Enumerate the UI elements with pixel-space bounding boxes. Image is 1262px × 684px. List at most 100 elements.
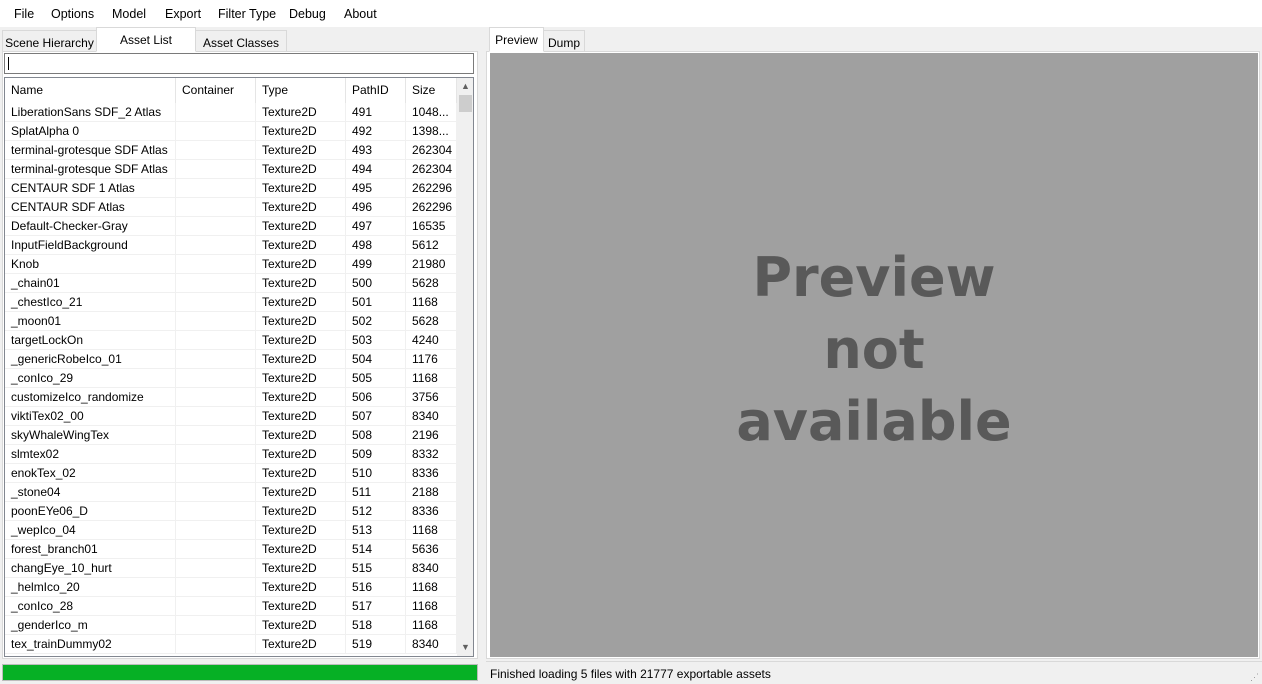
table-row[interactable]: CENTAUR SDF 1 Atlas Texture2D 495 262296 <box>5 179 457 198</box>
menu-file[interactable]: File <box>14 7 34 21</box>
cell-pathid: 498 <box>346 236 406 255</box>
cell-type: Texture2D <box>256 426 346 445</box>
menu-export[interactable]: Export <box>165 7 201 21</box>
table-row[interactable]: _wepIco_04 Texture2D 513 1168 <box>5 521 457 540</box>
table-row[interactable]: InputFieldBackground Texture2D 498 5612 <box>5 236 457 255</box>
column-header-name[interactable]: Name <box>5 78 176 103</box>
column-header-pathid[interactable]: PathID <box>346 78 406 103</box>
cell-container <box>176 293 256 312</box>
cell-pathid: 507 <box>346 407 406 426</box>
table-row[interactable]: viktiTex02_00 Texture2D 507 8340 <box>5 407 457 426</box>
cell-size: 262296 <box>406 179 457 198</box>
search-input[interactable] <box>4 53 474 74</box>
cell-name: _chain01 <box>5 274 176 293</box>
cell-type: Texture2D <box>256 103 346 122</box>
cell-size: 8332 <box>406 445 457 464</box>
table-row[interactable]: CENTAUR SDF Atlas Texture2D 496 262296 <box>5 198 457 217</box>
cell-size: 21980 <box>406 255 457 274</box>
table-row[interactable]: Default-Checker-Gray Texture2D 497 16535 <box>5 217 457 236</box>
menu-model[interactable]: Model <box>112 7 146 21</box>
table-row[interactable]: LiberationSans SDF_2 Atlas Texture2D 491 10… <box>5 103 457 122</box>
cell-type: Texture2D <box>256 597 346 616</box>
column-header-container[interactable]: Container <box>176 78 256 103</box>
table-row[interactable]: forest_branch01 Texture2D 514 5636 <box>5 540 457 559</box>
tab-scene-hierarchy[interactable]: Scene Hierarchy <box>2 30 97 52</box>
cell-type: Texture2D <box>256 255 346 274</box>
cell-size: 8336 <box>406 464 457 483</box>
cell-type: Texture2D <box>256 160 346 179</box>
table-row[interactable]: _moon01 Texture2D 502 5628 <box>5 312 457 331</box>
cell-type: Texture2D <box>256 331 346 350</box>
cell-container <box>176 616 256 635</box>
cell-type: Texture2D <box>256 122 346 141</box>
cell-type: Texture2D <box>256 312 346 331</box>
menu-filter-type[interactable]: Filter Type <box>218 7 276 21</box>
table-row[interactable]: SplatAlpha 0 Texture2D 492 1398... <box>5 122 457 141</box>
cell-type: Texture2D <box>256 274 346 293</box>
cell-size: 2196 <box>406 426 457 445</box>
cell-type: Texture2D <box>256 179 346 198</box>
tab-preview[interactable]: Preview <box>489 27 544 52</box>
table-row[interactable]: customizeIco_randomize Texture2D 506 3756 <box>5 388 457 407</box>
table-row[interactable]: _chain01 Texture2D 500 5628 <box>5 274 457 293</box>
cell-name: changEye_10_hurt <box>5 559 176 578</box>
table-row[interactable]: skyWhaleWingTex Texture2D 508 2196 <box>5 426 457 445</box>
loading-progress-bar <box>2 664 478 681</box>
cell-size: 8340 <box>406 407 457 426</box>
table-row[interactable]: Knob Texture2D 499 21980 <box>5 255 457 274</box>
cell-name: _stone04 <box>5 483 176 502</box>
cell-name: _genderIco_m <box>5 616 176 635</box>
cell-name: _wepIco_04 <box>5 521 176 540</box>
scroll-thumb[interactable] <box>459 95 472 112</box>
cell-name: LiberationSans SDF_2 Atlas <box>5 103 176 122</box>
cell-size: 5628 <box>406 312 457 331</box>
table-row[interactable]: _stone04 Texture2D 511 2188 <box>5 483 457 502</box>
table-row[interactable]: targetLockOn Texture2D 503 4240 <box>5 331 457 350</box>
cell-size: 8340 <box>406 635 457 654</box>
cell-pathid: 494 <box>346 160 406 179</box>
progress-fill <box>3 665 477 680</box>
cell-container <box>176 255 256 274</box>
resize-grip-icon[interactable]: ⋰ <box>1250 672 1260 682</box>
table-row[interactable]: tex_trainDummy02 Texture2D 519 8340 <box>5 635 457 654</box>
table-row[interactable]: terminal-grotesque SDF Atlas Texture2D 494… <box>5 160 457 179</box>
cell-size: 262296 <box>406 198 457 217</box>
menu-debug[interactable]: Debug <box>289 7 326 21</box>
vertical-scrollbar[interactable]: ▲ ▼ <box>457 78 473 656</box>
cell-pathid: 515 <box>346 559 406 578</box>
cell-type: Texture2D <box>256 464 346 483</box>
cell-name: CENTAUR SDF Atlas <box>5 198 176 217</box>
table-row[interactable]: _genderIco_m Texture2D 518 1168 <box>5 616 457 635</box>
menu-options[interactable]: Options <box>51 7 94 21</box>
cell-size: 16535 <box>406 217 457 236</box>
scroll-up-arrow-icon[interactable]: ▲ <box>457 78 473 95</box>
table-row[interactable]: poonEYe06_D Texture2D 512 8336 <box>5 502 457 521</box>
cell-size: 1168 <box>406 597 457 616</box>
tab-asset-list[interactable]: Asset List <box>96 27 196 52</box>
menu-about[interactable]: About <box>344 7 377 21</box>
column-header-size[interactable]: Size <box>406 78 457 103</box>
table-row[interactable]: changEye_10_hurt Texture2D 515 8340 <box>5 559 457 578</box>
cell-pathid: 517 <box>346 597 406 616</box>
cell-size: 262304 <box>406 141 457 160</box>
cell-size: 1168 <box>406 369 457 388</box>
table-row[interactable]: _chestIco_21 Texture2D 501 1168 <box>5 293 457 312</box>
table-row[interactable]: _helmIco_20 Texture2D 516 1168 <box>5 578 457 597</box>
table-row[interactable]: _genericRobeIco_01 Texture2D 504 1176 <box>5 350 457 369</box>
column-header-type[interactable]: Type <box>256 78 346 103</box>
table-row[interactable]: _conIco_29 Texture2D 505 1168 <box>5 369 457 388</box>
cell-name: _moon01 <box>5 312 176 331</box>
cell-pathid: 519 <box>346 635 406 654</box>
cell-size: 5612 <box>406 236 457 255</box>
text-caret <box>8 57 9 70</box>
scroll-down-arrow-icon[interactable]: ▼ <box>457 639 473 656</box>
table-row[interactable]: slmtex02 Texture2D 509 8332 <box>5 445 457 464</box>
table-row[interactable]: enokTex_02 Texture2D 510 8336 <box>5 464 457 483</box>
tab-dump[interactable]: Dump <box>543 30 585 52</box>
cell-pathid: 501 <box>346 293 406 312</box>
table-row[interactable]: _conIco_28 Texture2D 517 1168 <box>5 597 457 616</box>
cell-name: slmtex02 <box>5 445 176 464</box>
cell-type: Texture2D <box>256 578 346 597</box>
table-row[interactable]: terminal-grotesque SDF Atlas Texture2D 493… <box>5 141 457 160</box>
tab-asset-classes[interactable]: Asset Classes <box>195 30 287 52</box>
